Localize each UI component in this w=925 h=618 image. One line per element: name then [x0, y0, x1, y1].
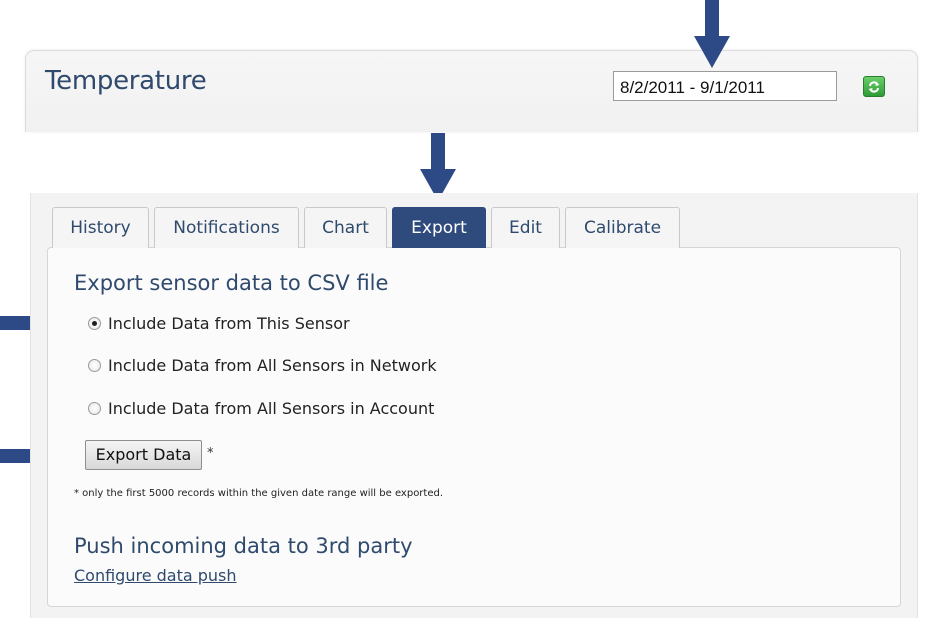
- option-label: Include Data from This Sensor: [108, 313, 350, 333]
- tab-calibrate[interactable]: Calibrate: [565, 207, 680, 248]
- date-range-input[interactable]: 8/2/2011 - 9/1/2011: [613, 71, 837, 101]
- radio-icon[interactable]: [88, 401, 101, 415]
- down-arrow-icon: [694, 0, 730, 68]
- option-label: Include Data from All Sensors in Network: [108, 355, 437, 375]
- tab-export[interactable]: Export: [392, 207, 486, 248]
- option-all-sensors-account[interactable]: Include Data from All Sensors in Account: [88, 398, 434, 418]
- export-data-button[interactable]: Export Data: [85, 440, 202, 470]
- option-label: Include Data from All Sensors in Account: [108, 398, 435, 418]
- tab-chart[interactable]: Chart: [304, 207, 387, 248]
- configure-data-push-link[interactable]: Configure data push: [74, 566, 237, 585]
- export-heading: Export sensor data to CSV file: [74, 271, 389, 295]
- required-asterisk: *: [207, 446, 214, 461]
- tab-history[interactable]: History: [52, 207, 149, 248]
- option-all-sensors-network[interactable]: Include Data from All Sensors in Network: [88, 355, 437, 375]
- tab-edit[interactable]: Edit: [491, 207, 560, 248]
- page-title: Temperature: [45, 66, 207, 96]
- refresh-icon: [868, 80, 880, 93]
- export-footnote: * only the first 5000 records within the…: [74, 488, 444, 499]
- push-heading: Push incoming data to 3rd party: [74, 534, 413, 558]
- down-arrow-icon: [420, 133, 456, 201]
- refresh-button[interactable]: [863, 76, 885, 97]
- option-this-sensor[interactable]: Include Data from This Sensor: [88, 313, 350, 333]
- radio-icon[interactable]: [88, 316, 101, 330]
- radio-icon[interactable]: [88, 358, 101, 372]
- tab-notifications[interactable]: Notifications: [154, 207, 299, 248]
